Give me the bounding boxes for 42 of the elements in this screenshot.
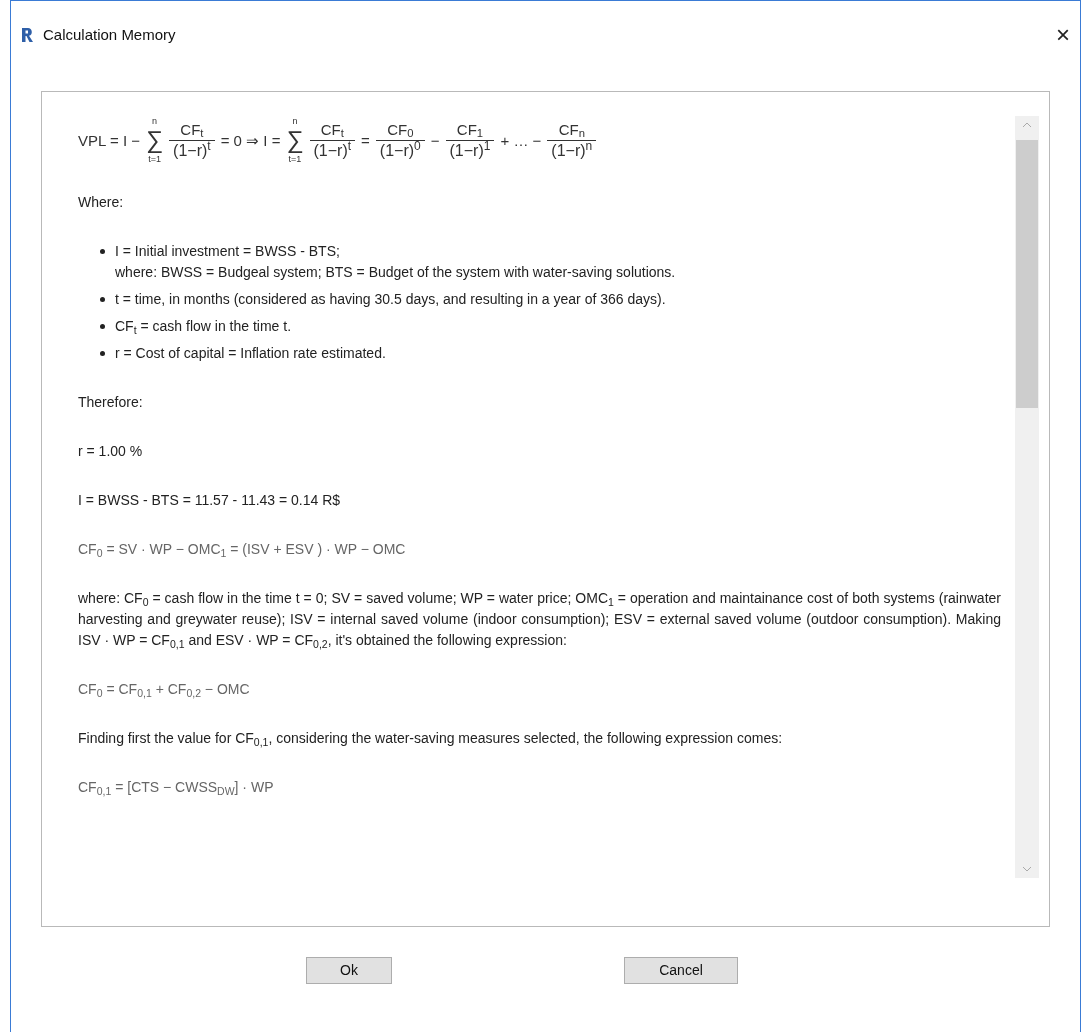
- bullet-icon: [100, 297, 105, 302]
- list-item-text: CF$_{t}$ = cash flow in the time t.: [115, 317, 292, 337]
- equation-text: + … −: [500, 130, 542, 151]
- formula: CF$_{0}$ = CF$_{0,1}$ + CF$_{0,2}$ − OMC: [78, 680, 251, 700]
- bullet-icon: [100, 324, 105, 329]
- sum-limit: n: [152, 116, 158, 126]
- paragraph: Finding first the value for CF$_{0,1}$, considering the water-saving measures selected, the following expression comes:: [78, 729, 784, 749]
- close-button[interactable]: ×: [1052, 23, 1074, 47]
- window-title: Calculation Memory: [43, 24, 176, 45]
- fraction: CF$_{0}$ (1−r)$^{0}$: [375, 119, 425, 161]
- fraction: CF$_{t}$ (1−r)$^{t}$: [309, 119, 356, 161]
- sum-sign: ∑: [286, 128, 304, 152]
- sum-limit: n: [292, 116, 298, 126]
- fraction: CF$_{n}$ (1−r)$^{n}$: [547, 119, 597, 161]
- paragraph: r = 1.00 %: [78, 442, 144, 461]
- scroll-thumb[interactable]: [1016, 140, 1038, 408]
- scroll-up-icon[interactable]: [1022, 122, 1032, 128]
- list-item-text: t = time, in months (considered as having 30.5 days, and resulting in a year of 366 days).: [115, 290, 666, 309]
- sum-sign: ∑: [146, 128, 164, 152]
- paragraph: Where:: [78, 193, 125, 212]
- paragraph: Therefore:: [78, 393, 144, 412]
- equation-text: VPL = I −: [78, 130, 140, 151]
- fraction: CF$_{1}$ (1−r)$^{1}$: [445, 119, 495, 161]
- equation-text: = 0 ⇒ I =: [220, 130, 281, 151]
- scroll-down-icon[interactable]: [1022, 866, 1032, 872]
- list-item-text: I = Initial investment = BWSS - BTS; where: BWSS = Budgeal system; BTS = Budget of the system with water-saving solutions.: [115, 242, 676, 282]
- paragraph: where: CF$_{0}$ = cash flow in the time t = 0; SV = saved volume; WP = water price; OMC$_{1}$ = operation and maintainance cost of both systems (rainwater harvesting and greywater reuse); ISV = internal saved volume (indoor consumption); ESV = external saved volume (outdoor consumption). Making ISV · WP = CF$_{0,1}$ and ESV · WP = CF$_{0,2}$, it's obtained the following expression:: [78, 589, 1001, 651]
- formula: CF$_{0,1}$ = [CTS − CWSS$_{DW}$] · WP: [78, 778, 275, 798]
- scrollbar[interactable]: [1015, 116, 1039, 878]
- equation-text: −: [430, 130, 440, 151]
- bullet-icon: [100, 351, 105, 356]
- ok-button[interactable]: Ok: [306, 957, 392, 984]
- equation-text: =: [361, 130, 370, 151]
- bullet-icon: [100, 249, 105, 254]
- sum-limit: t=1: [288, 154, 302, 164]
- paragraph: I = BWSS - BTS = 11.57 - 11.43 = 0.14 R$: [78, 491, 342, 510]
- fraction: CF$_{t}$ (1−r)$^{t}$: [169, 119, 215, 161]
- formula: CF$_{0}$ = SV · WP − OMC$_{1}$ = (ISV + ESV ) · WP − OMC: [78, 540, 407, 560]
- list-item-text: r = Cost of capital = Inflation rate estimated.: [115, 344, 386, 363]
- sum-limit: t=1: [148, 154, 161, 164]
- cancel-button[interactable]: Cancel: [624, 957, 738, 984]
- app-logo-icon: [19, 27, 35, 43]
